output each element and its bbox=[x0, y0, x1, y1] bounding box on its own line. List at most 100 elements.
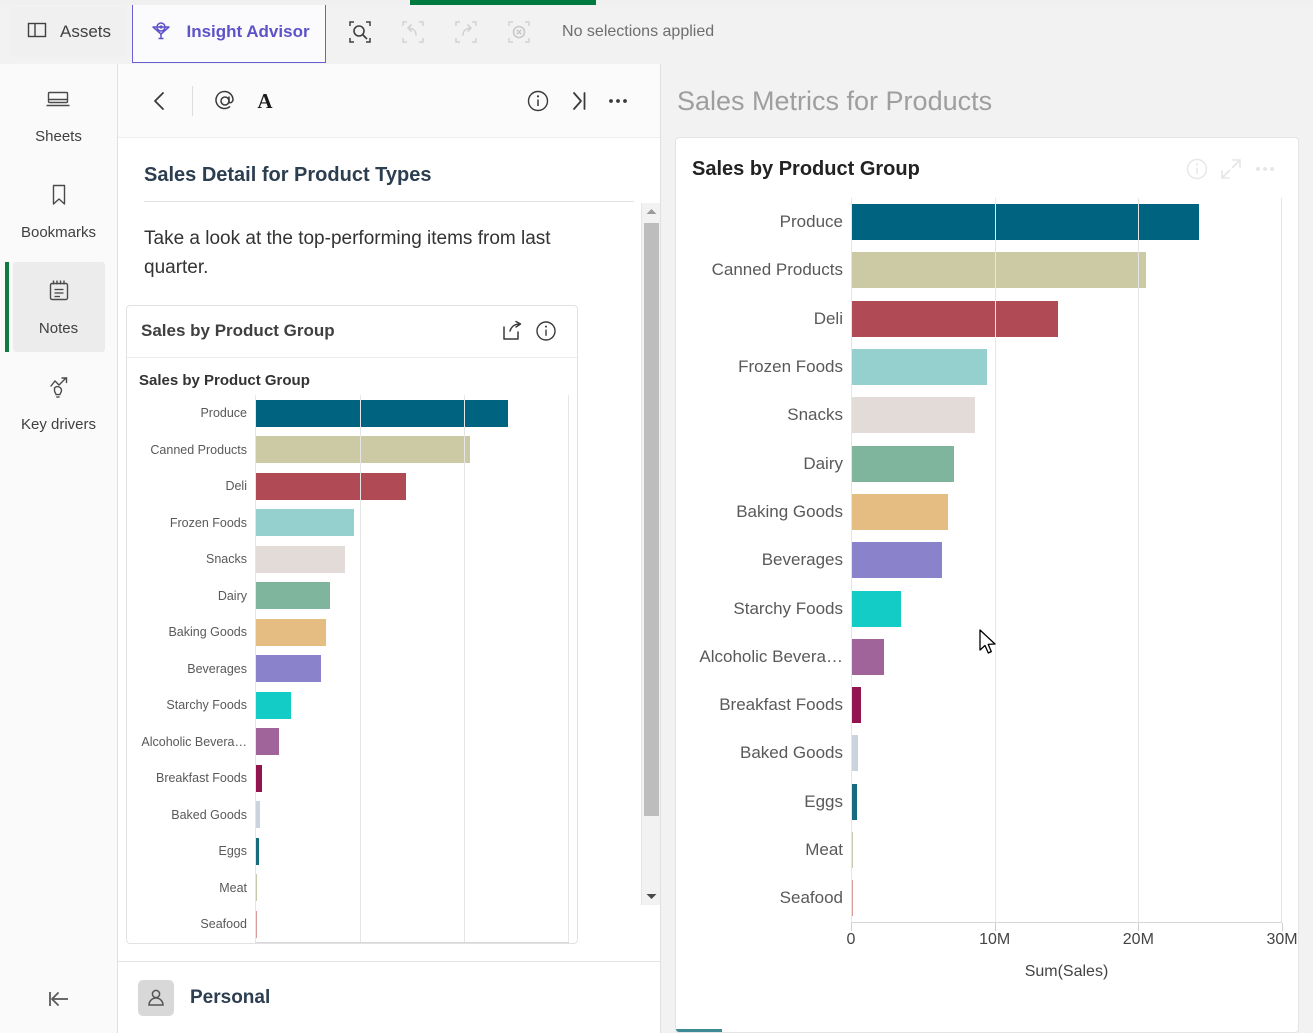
redo-button[interactable] bbox=[446, 12, 486, 52]
chart-bar-row[interactable]: Seafood bbox=[135, 906, 569, 943]
mini-bar-chart[interactable]: Produce Canned Products Deli Frozen Foods Sn… bbox=[135, 394, 569, 944]
chart-bar-row[interactable]: Deli bbox=[135, 468, 569, 505]
chart-bar[interactable] bbox=[255, 728, 280, 756]
chart-bar-row[interactable]: Meat bbox=[686, 826, 1282, 874]
embedded-chart-card[interactable]: Sales by Product Group Sales by Product … bbox=[126, 304, 578, 945]
chart-bar[interactable] bbox=[851, 832, 853, 868]
chart-bar-row[interactable]: Beverages bbox=[686, 536, 1282, 584]
scrollbar-thumb[interactable] bbox=[644, 223, 659, 816]
chart-bar-row[interactable]: Breakfast Foods bbox=[135, 760, 569, 797]
chart-bar-row[interactable]: Deli bbox=[686, 295, 1282, 343]
chart-bar-row[interactable]: Alcoholic Bevera… bbox=[686, 633, 1282, 681]
undo-button[interactable] bbox=[393, 12, 433, 52]
chart-bar-row[interactable]: Seafood bbox=[686, 874, 1282, 922]
chart-bar[interactable] bbox=[255, 655, 322, 683]
main-chart-card[interactable]: Sales by Product Group Produce Canned Pr… bbox=[675, 137, 1299, 1033]
chart-plot-area: Produce Canned Products Deli Frozen Foods Sn… bbox=[135, 394, 569, 943]
chart-bar-row[interactable]: Dairy bbox=[135, 577, 569, 614]
chart-bar[interactable] bbox=[255, 910, 257, 938]
chart-bar-row[interactable]: Breakfast Foods bbox=[686, 681, 1282, 729]
collapse-left-icon[interactable] bbox=[0, 987, 118, 1011]
chart-bar[interactable] bbox=[255, 618, 326, 646]
app-root: Assets Insight Advisor No selections app… bbox=[0, 0, 1313, 1033]
chart-bar[interactable] bbox=[851, 687, 862, 724]
chart-bar-row[interactable]: Snacks bbox=[686, 391, 1282, 439]
chart-category-label: Baked Goods bbox=[171, 807, 247, 822]
note-body-text[interactable]: Take a look at the top-performing items … bbox=[118, 202, 618, 283]
chart-bar-row[interactable]: Eggs bbox=[135, 833, 569, 870]
at-icon[interactable] bbox=[205, 81, 245, 121]
chart-bar[interactable] bbox=[851, 252, 1146, 289]
chart-bar[interactable] bbox=[851, 735, 859, 772]
chart-bar[interactable] bbox=[255, 509, 355, 537]
chart-bar-row[interactable]: Produce bbox=[135, 395, 569, 432]
chart-bar[interactable] bbox=[255, 436, 470, 464]
chart-bar[interactable] bbox=[255, 764, 263, 792]
collapse-right-icon[interactable] bbox=[558, 81, 598, 121]
chart-bar-row[interactable]: Frozen Foods bbox=[135, 504, 569, 541]
text-format-icon[interactable]: A bbox=[245, 81, 285, 121]
chevron-left-icon[interactable] bbox=[140, 81, 180, 121]
chart-bar-row[interactable]: Snacks bbox=[135, 541, 569, 578]
chart-bar-row[interactable]: Frozen Foods bbox=[686, 343, 1282, 391]
chart-bar[interactable] bbox=[851, 590, 901, 627]
scroll-down-icon[interactable] bbox=[642, 888, 660, 905]
insight-advisor-tab[interactable]: Insight Advisor bbox=[132, 1, 327, 63]
chart-bar[interactable] bbox=[851, 638, 885, 675]
chart-bar[interactable] bbox=[851, 542, 943, 579]
info-circle-icon[interactable] bbox=[529, 314, 563, 348]
chart-bar[interactable] bbox=[255, 837, 260, 865]
chart-bar[interactable] bbox=[255, 874, 257, 902]
chart-bar-row[interactable]: Baked Goods bbox=[135, 796, 569, 833]
chart-bar-row[interactable]: Dairy bbox=[686, 439, 1282, 487]
chart-bar-row[interactable]: Alcoholic Bevera… bbox=[135, 723, 569, 760]
info-circle-icon[interactable] bbox=[1180, 152, 1214, 186]
chart-bar-row[interactable]: Beverages bbox=[135, 650, 569, 687]
chart-bar[interactable] bbox=[255, 472, 406, 500]
main-chart-title: Sales by Product Group bbox=[692, 157, 920, 180]
chart-bar-row[interactable]: Baking Goods bbox=[135, 614, 569, 651]
chart-bar[interactable] bbox=[851, 300, 1058, 337]
chart-bar-row[interactable]: Eggs bbox=[686, 778, 1282, 826]
info-circle-icon[interactable] bbox=[518, 81, 558, 121]
main-bar-chart[interactable]: Produce Canned Products Deli Frozen Foods Sn… bbox=[686, 198, 1298, 981]
chart-bar-row[interactable]: Canned Products bbox=[135, 431, 569, 468]
notes-scrollbar[interactable] bbox=[641, 203, 660, 905]
chart-bar-row[interactable]: Produce bbox=[686, 198, 1282, 246]
chart-bar-row[interactable]: Baked Goods bbox=[686, 729, 1282, 777]
chart-bar[interactable] bbox=[255, 801, 261, 829]
scroll-up-icon[interactable] bbox=[642, 203, 660, 220]
chart-bar[interactable] bbox=[255, 399, 509, 427]
chart-bar[interactable] bbox=[851, 880, 853, 917]
chart-bar[interactable] bbox=[255, 691, 292, 719]
sidebar-item-key-drivers[interactable]: Key drivers bbox=[0, 358, 117, 448]
selection-search-button[interactable] bbox=[340, 12, 380, 52]
chart-category-label: Baked Goods bbox=[739, 743, 843, 763]
ellipsis-icon[interactable] bbox=[598, 81, 638, 121]
chart-bar-row[interactable]: Starchy Foods bbox=[135, 687, 569, 724]
share-export-icon[interactable] bbox=[495, 314, 529, 348]
expand-icon[interactable] bbox=[1214, 152, 1248, 186]
chart-bar[interactable] bbox=[255, 582, 330, 610]
ellipsis-icon[interactable] bbox=[1248, 152, 1282, 186]
chart-bar-row[interactable]: Starchy Foods bbox=[686, 584, 1282, 632]
sidebar-item-notes[interactable]: Notes bbox=[0, 262, 117, 352]
chart-bar[interactable] bbox=[851, 445, 954, 482]
chart-bar-row[interactable]: Canned Products bbox=[686, 246, 1282, 294]
main-chart-area[interactable]: Produce Canned Products Deli Frozen Foods Sn… bbox=[676, 190, 1298, 1032]
chart-bar[interactable] bbox=[851, 397, 975, 434]
embedded-chart[interactable]: Sales by Product Group Produce Canned Pro… bbox=[127, 358, 577, 944]
notes-panel: A Sales Detail for Product Types Take a … bbox=[118, 64, 661, 1033]
chart-bar-row[interactable]: Meat bbox=[135, 869, 569, 906]
chart-bar[interactable] bbox=[851, 493, 948, 530]
sidebar-item-sheets[interactable]: Sheets bbox=[0, 70, 117, 160]
sidebar-item-bookmarks[interactable]: Bookmarks bbox=[0, 166, 117, 256]
chart-bar[interactable] bbox=[851, 349, 988, 386]
chart-bar[interactable] bbox=[851, 783, 857, 820]
chart-bar[interactable] bbox=[255, 545, 345, 573]
assets-button[interactable]: Assets bbox=[10, 7, 128, 57]
chart-category-label: Beverages bbox=[761, 550, 843, 570]
clear-selections-button[interactable] bbox=[499, 12, 539, 52]
chart-bar[interactable] bbox=[851, 204, 1199, 241]
chart-bar-row[interactable]: Baking Goods bbox=[686, 488, 1282, 536]
